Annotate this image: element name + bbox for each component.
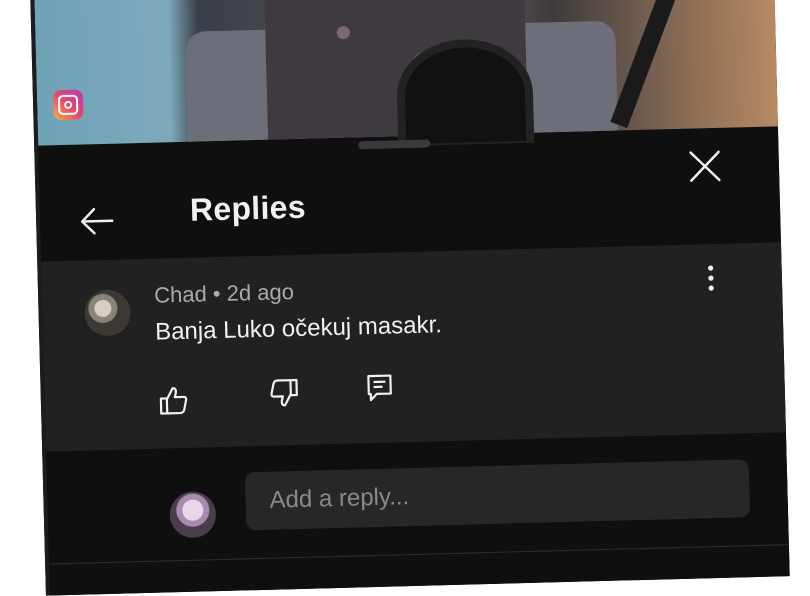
comment-time: 2d ago bbox=[226, 279, 295, 306]
reply-icon[interactable] bbox=[362, 369, 397, 404]
phone-screen: Replies Chad • 2d ago Banja Luko očekuj … bbox=[30, 0, 790, 596]
meta-separator: • bbox=[206, 280, 227, 307]
instagram-icon bbox=[52, 89, 84, 121]
video-mic-stand bbox=[610, 0, 680, 129]
reply-composer bbox=[46, 436, 790, 596]
comment-actions bbox=[156, 374, 457, 418]
sheet-header: Replies bbox=[38, 136, 780, 255]
video-microphone bbox=[395, 37, 535, 153]
avatar[interactable] bbox=[84, 289, 132, 337]
thumb-up-icon[interactable] bbox=[156, 383, 191, 418]
close-icon[interactable] bbox=[684, 146, 725, 187]
avatar bbox=[169, 491, 217, 539]
comment-author[interactable]: Chad bbox=[154, 281, 207, 307]
replies-sheet: Replies Chad • 2d ago Banja Luko očekuj … bbox=[38, 136, 790, 596]
page-title: Replies bbox=[189, 188, 307, 228]
comment-item: Chad • 2d ago Banja Luko očekuj masakr. bbox=[41, 242, 786, 452]
reply-input[interactable] bbox=[244, 459, 751, 531]
divider bbox=[49, 544, 789, 565]
kebab-icon[interactable] bbox=[706, 264, 717, 292]
comment-meta: Chad • 2d ago bbox=[154, 279, 294, 309]
video-player[interactable] bbox=[34, 0, 778, 153]
arrow-left-icon[interactable] bbox=[78, 206, 115, 237]
thumb-down-icon[interactable] bbox=[266, 376, 301, 411]
comment-text: Banja Luko očekuj masakr. bbox=[154, 311, 443, 346]
